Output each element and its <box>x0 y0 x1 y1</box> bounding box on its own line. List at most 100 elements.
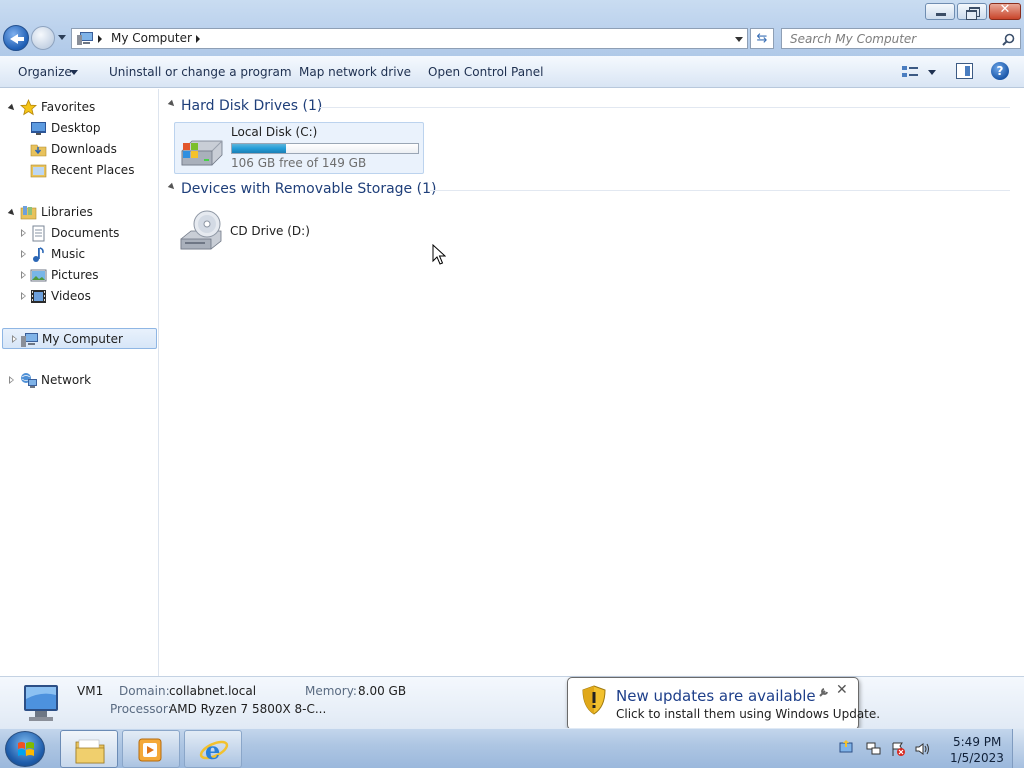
nav-favorites[interactable]: Favorites <box>0 97 157 118</box>
internet-explorer-icon: e <box>199 736 229 765</box>
downloads-folder-icon <box>30 144 47 157</box>
address-bar[interactable]: My Computer <box>71 28 748 49</box>
desktop-icon <box>31 122 46 135</box>
address-dropdown-icon[interactable] <box>735 37 743 42</box>
collapsed-icon[interactable] <box>21 229 26 237</box>
clock-date[interactable]: 1/5/2023 <box>950 751 1004 765</box>
refresh-button[interactable]: ⇆ <box>750 28 774 49</box>
collapsed-icon[interactable] <box>21 292 26 300</box>
notification-title: New updates are available <box>616 687 816 705</box>
processor-label: Processor: <box>110 702 172 716</box>
chevron-down-icon[interactable] <box>70 70 78 75</box>
nav-documents[interactable]: Documents <box>0 223 157 244</box>
drive-c-name: Local Disk (C:) <box>231 125 318 139</box>
memory-label: Memory: <box>305 684 357 698</box>
wrench-icon[interactable] <box>818 686 830 698</box>
restore-button[interactable] <box>957 3 987 20</box>
search-placeholder: Search My Computer <box>790 32 917 46</box>
nav-label: Libraries <box>41 205 93 219</box>
view-options-dropdown[interactable] <box>928 70 936 75</box>
breadcrumb-separator-icon[interactable] <box>98 35 102 43</box>
group-divider <box>320 107 1010 108</box>
breadcrumb-separator-icon[interactable] <box>196 35 200 43</box>
expanded-icon[interactable] <box>7 208 17 218</box>
show-desktop-button[interactable] <box>1012 729 1024 768</box>
expanded-icon[interactable] <box>7 103 17 113</box>
domain-label: Domain: <box>119 684 170 698</box>
uninstall-program-button[interactable]: Uninstall or change a program <box>109 65 292 79</box>
taskbar-internet-explorer-button[interactable]: e <box>184 730 242 768</box>
nav-network[interactable]: Network <box>0 370 157 391</box>
preview-pane-icon[interactable] <box>956 63 973 79</box>
drive-d-tile[interactable]: CD Drive (D:) <box>174 207 424 259</box>
clock-time[interactable]: 5:49 PM <box>953 735 1001 749</box>
windows-logo-icon <box>18 742 34 756</box>
nav-videos[interactable]: Videos <box>0 286 157 307</box>
drive-c-usage-bar <box>231 143 419 154</box>
nav-label: Pictures <box>51 268 99 282</box>
drive-c-free-space: 106 GB free of 149 GB <box>231 156 367 170</box>
taskbar: e 5:49 PM 1/5/2023 <box>0 728 1024 768</box>
open-control-panel-button[interactable]: Open Control Panel <box>428 65 543 79</box>
documents-icon <box>32 225 45 242</box>
taskbar-explorer-button[interactable] <box>60 730 118 768</box>
nav-music[interactable]: Music <box>0 244 157 265</box>
group-header-hard-disk-drives[interactable]: Hard Disk Drives (1) <box>181 98 322 114</box>
drive-c-usage-fill <box>232 144 286 153</box>
mouse-cursor-icon <box>432 244 446 265</box>
nav-label: Videos <box>51 289 91 303</box>
computer-icon <box>21 333 38 347</box>
breadcrumb-my-computer[interactable]: My Computer <box>111 31 192 45</box>
drive-c-tile[interactable]: Local Disk (C:) 106 GB free of 149 GB <box>174 122 424 174</box>
update-notification-balloon[interactable]: New updates are available Click to insta… <box>567 677 880 730</box>
back-button[interactable] <box>3 25 29 51</box>
nav-label: Network <box>41 373 92 387</box>
forward-button[interactable] <box>31 26 55 50</box>
close-button[interactable]: ✕ <box>989 2 1021 20</box>
start-button[interactable] <box>5 731 45 767</box>
expanded-icon[interactable] <box>167 99 177 109</box>
hard-drive-icon <box>181 140 223 166</box>
collapsed-icon[interactable] <box>12 335 17 343</box>
action-center-flag-icon[interactable] <box>890 741 906 757</box>
network-tray-icon[interactable] <box>866 741 882 757</box>
expanded-icon[interactable] <box>167 182 177 192</box>
processor-value: AMD Ryzen 7 5800X 8-C... <box>169 702 327 716</box>
map-network-drive-button[interactable]: Map network drive <box>299 65 411 79</box>
nav-downloads[interactable]: Downloads <box>0 139 157 160</box>
computer-name: VM1 <box>77 684 104 698</box>
computer-icon <box>24 685 58 721</box>
recent-pages-dropdown[interactable] <box>58 35 66 40</box>
nav-label: My Computer <box>42 332 123 346</box>
collapsed-icon[interactable] <box>21 250 26 258</box>
collapsed-icon[interactable] <box>21 271 26 279</box>
group-header-removable-storage[interactable]: Devices with Removable Storage (1) <box>181 181 436 197</box>
nav-my-computer[interactable]: My Computer <box>2 328 157 349</box>
close-icon[interactable]: ✕ <box>836 682 848 698</box>
search-icon[interactable] <box>1002 33 1015 46</box>
windows-update-tray-icon[interactable] <box>838 739 854 755</box>
help-icon[interactable]: ? <box>991 62 1009 80</box>
nav-label: Desktop <box>51 121 101 135</box>
notification-message: Click to install them using Windows Upda… <box>616 707 881 721</box>
recent-places-icon <box>30 164 47 178</box>
taskbar-media-player-button[interactable] <box>122 730 180 768</box>
nav-recent-places[interactable]: Recent Places <box>0 160 157 181</box>
volume-icon[interactable] <box>914 741 930 757</box>
libraries-icon <box>20 206 37 220</box>
nav-libraries[interactable]: Libraries <box>0 202 157 223</box>
security-shield-icon <box>582 685 606 715</box>
cd-drive-icon <box>180 210 222 250</box>
nav-label: Downloads <box>51 142 117 156</box>
change-view-icon[interactable] <box>901 64 919 80</box>
title-bar: ✕ My Computer ⇆ Search My Computer <box>0 0 1024 56</box>
search-input[interactable]: Search My Computer <box>781 28 1021 49</box>
minimize-button[interactable] <box>925 3 955 20</box>
collapsed-icon[interactable] <box>9 376 14 384</box>
folder-icon <box>75 739 105 764</box>
nav-pictures[interactable]: Pictures <box>0 265 157 286</box>
nav-label: Music <box>51 247 86 261</box>
music-icon <box>33 247 44 262</box>
nav-desktop[interactable]: Desktop <box>0 118 157 139</box>
organize-menu[interactable]: Organize <box>18 65 72 79</box>
